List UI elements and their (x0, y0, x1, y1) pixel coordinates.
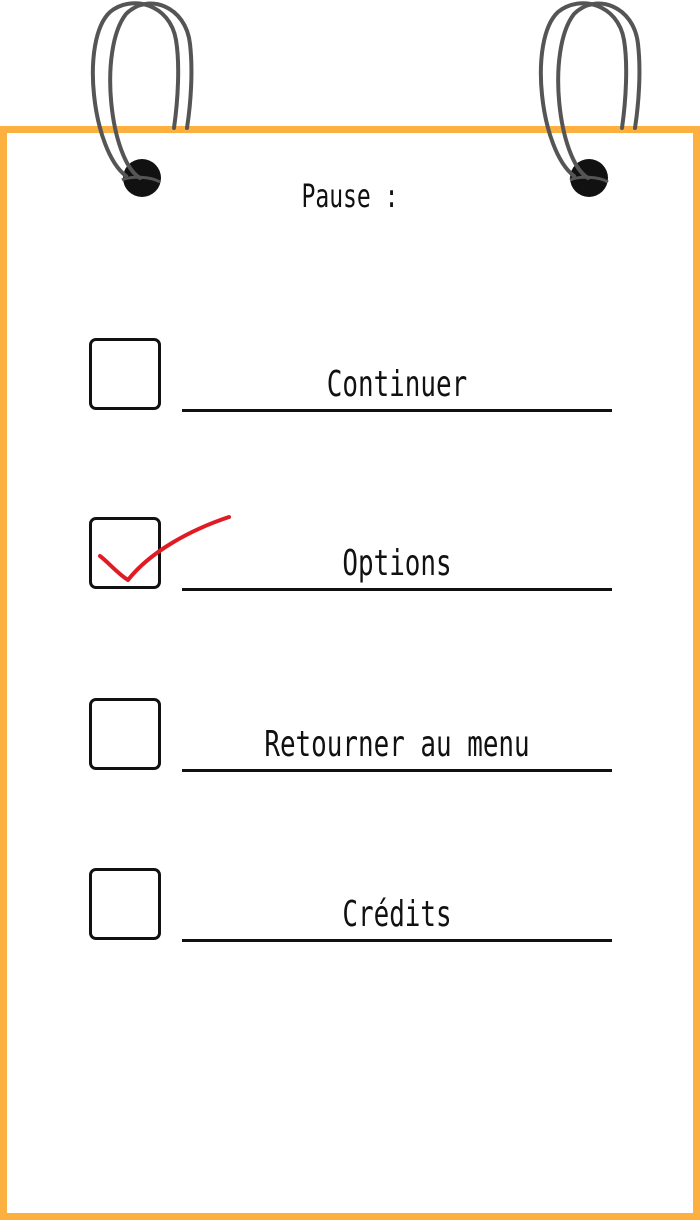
retourner-au-menu-label: Retourner au menu (264, 724, 530, 765)
continuer-label: Continuer (326, 364, 468, 405)
pause-title: Pause : (301, 177, 399, 215)
options-label: Options (342, 543, 452, 584)
menu-item-retourner-au-menu[interactable]: Retourner au menu (86, 698, 616, 778)
checkbox-continuer[interactable] (89, 338, 161, 410)
checkbox-retourner-au-menu[interactable] (89, 698, 161, 770)
notepad-page (0, 126, 700, 1220)
menu-item-options[interactable]: Options (86, 517, 616, 597)
menu-item-credits[interactable]: Crédits (86, 868, 616, 948)
checkbox-options[interactable] (89, 517, 161, 589)
menu-item-continuer[interactable]: Continuer (86, 338, 616, 418)
credits-label: Crédits (342, 894, 452, 935)
checkbox-credits[interactable] (89, 868, 161, 940)
pause-menu-screen: Pause : Continuer Options Retourner au m… (0, 0, 700, 1220)
